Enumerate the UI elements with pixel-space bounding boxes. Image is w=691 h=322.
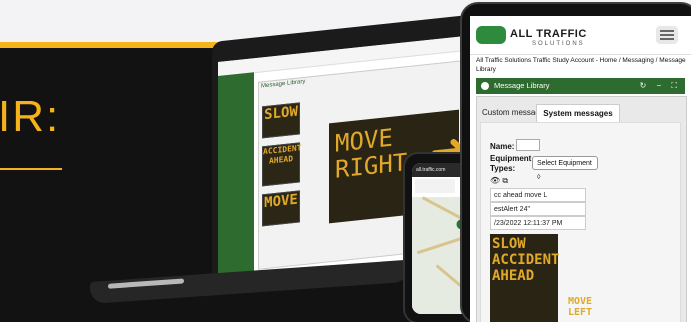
map-road xyxy=(421,196,465,221)
tablet-header: ALL TRAFFIC SOLUTIONS xyxy=(470,16,691,55)
brand-subtitle: SOLUTIONS xyxy=(532,41,585,47)
laptop-preview-slow[interactable]: SLOW xyxy=(262,102,300,139)
laptop-preview-accident[interactable]: ACCIDENT AHEAD xyxy=(262,142,302,187)
heading-underline xyxy=(0,168,62,170)
panel-controls[interactable]: ↻ − ⛶ xyxy=(640,78,681,94)
equipment-select[interactable]: Select Equipment ◊ xyxy=(532,156,598,181)
table-row[interactable]: /23/2022 12:11:37 PM xyxy=(490,216,586,230)
laptop-sidebar xyxy=(218,72,254,280)
page-heading: IR: xyxy=(0,92,61,141)
equipment-types-label: Equipment Types: xyxy=(490,154,532,173)
sign-line: SLOW xyxy=(492,236,526,252)
name-input[interactable] xyxy=(516,139,540,151)
laptop-window-title: Message Library xyxy=(261,78,306,90)
move-line: MOVE xyxy=(568,296,593,307)
tab-system-messages[interactable]: System messages xyxy=(536,104,620,123)
sign-preview-move-left[interactable]: MOVE LEFT xyxy=(568,296,592,318)
library-title: Message Library xyxy=(494,81,550,90)
sign-line: ACCIDENT xyxy=(492,252,560,268)
view-copy-icons[interactable]: 👁 ⧉ xyxy=(490,176,508,186)
sign-preview-slow[interactable]: SLOW ACCIDENT AHEAD xyxy=(490,234,560,322)
phone-logo-card xyxy=(415,179,455,193)
sign-line: AHEAD xyxy=(492,268,535,284)
brand-logo-icon xyxy=(476,26,506,44)
library-header: Message Library ↻ − ⛶ xyxy=(476,78,685,94)
brand-name: ALL TRAFFIC xyxy=(510,28,587,40)
laptop-preview-move[interactable]: MOVE xyxy=(262,190,300,227)
move-line: LEFT xyxy=(568,307,593,318)
breadcrumb: All Traffic Solutions Traffic Study Acco… xyxy=(476,57,686,73)
name-label: Name: xyxy=(490,142,515,151)
tablet-screen: ALL TRAFFIC SOLUTIONS All Traffic Soluti… xyxy=(470,16,691,322)
table-row[interactable]: cc ahead move L xyxy=(490,188,586,202)
table-row[interactable]: estAlert 24" xyxy=(490,202,586,216)
hamburger-menu-button[interactable] xyxy=(656,26,678,44)
message-icon xyxy=(481,82,489,90)
